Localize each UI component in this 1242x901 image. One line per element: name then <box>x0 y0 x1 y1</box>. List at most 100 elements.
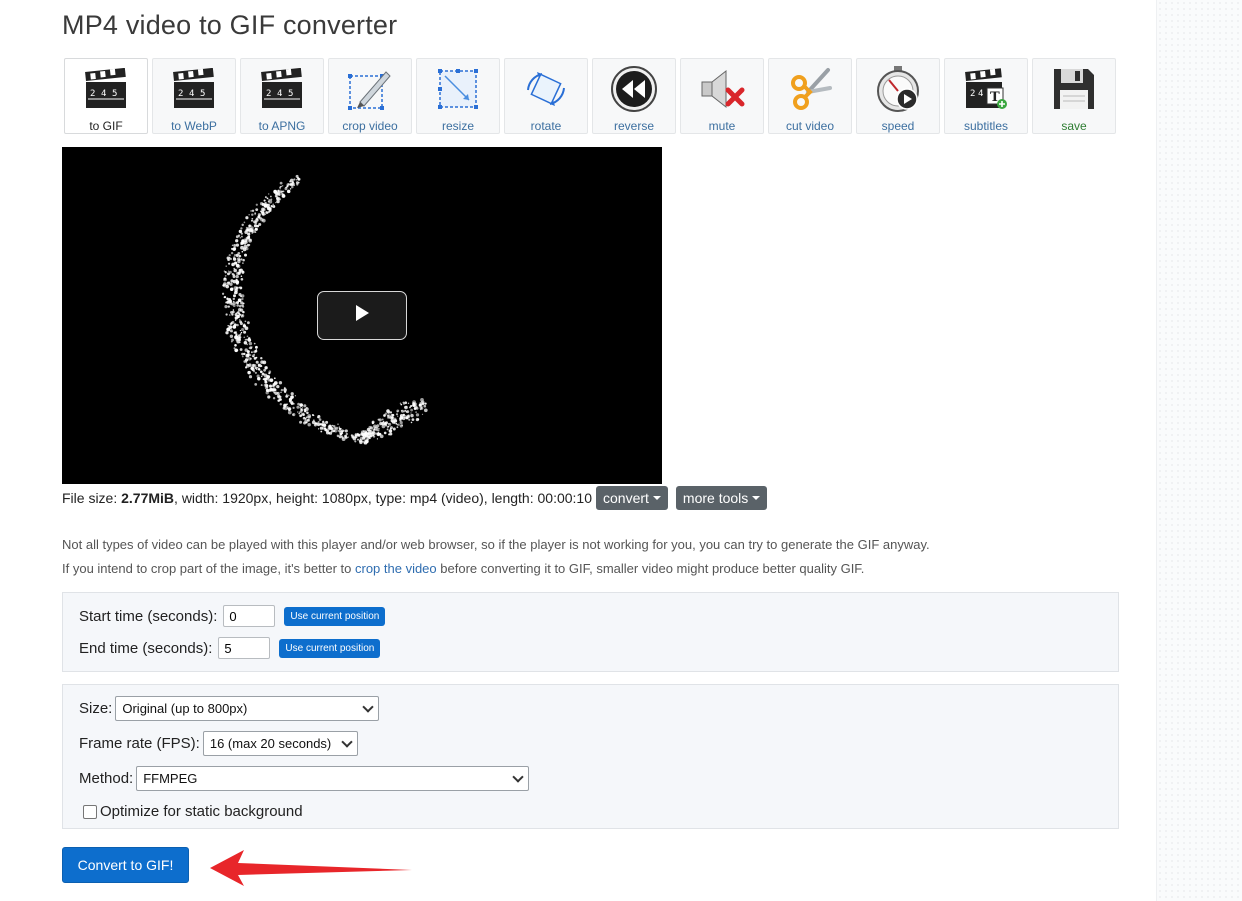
particle-dot <box>247 370 251 375</box>
particle-dot <box>296 405 300 409</box>
particle-dot <box>225 284 230 289</box>
particle-dot <box>354 435 356 438</box>
particle-dot <box>287 183 290 186</box>
particle-dot <box>319 426 323 430</box>
particle-dot <box>273 388 277 392</box>
particle-dot <box>235 271 240 276</box>
particle-dot <box>269 372 271 374</box>
particle-dot <box>322 423 327 427</box>
particle-dot <box>291 185 294 189</box>
method-select[interactable]: FFMPEG <box>136 766 530 791</box>
frame-rate-select[interactable]: 16 (max 20 seconds) <box>202 731 358 756</box>
particle-dot <box>225 313 228 316</box>
video-player[interactable] <box>62 147 662 484</box>
particle-dot <box>406 410 410 414</box>
particle-dot <box>420 408 422 411</box>
particle-dot <box>240 316 243 318</box>
play-button[interactable] <box>317 291 407 340</box>
particle-dot <box>242 258 245 262</box>
optimize-static-background-label[interactable]: Optimize for static background <box>100 803 303 820</box>
right-margin-strip <box>1156 0 1242 901</box>
file-info-details: , width: 1920px, height: 1080px, type: m… <box>174 489 592 506</box>
particle-dot <box>412 402 416 405</box>
start-time-input[interactable] <box>223 605 276 627</box>
particle-dot <box>237 337 241 341</box>
convert-dropdown-button[interactable]: convert <box>596 485 668 510</box>
particle-dot <box>248 224 251 227</box>
particle-dot <box>264 204 267 208</box>
particle-dot <box>246 350 250 354</box>
particle-dot <box>241 314 244 317</box>
particle-dot <box>290 392 294 396</box>
player-compatibility-note: Not all types of video can be played wit… <box>62 537 930 552</box>
particle-dot <box>404 409 407 412</box>
particle-dot <box>424 402 427 405</box>
particle-dot <box>236 314 240 319</box>
particle-dot <box>246 335 249 338</box>
tool-mute[interactable]: mute <box>680 58 764 134</box>
method-row: Method: FFMPEG <box>79 766 530 791</box>
floppy-disk-icon <box>1048 64 1100 114</box>
particle-dot <box>235 243 239 247</box>
particle-dot <box>351 434 355 438</box>
file-info: File size: 2.77MiB, width: 1920px, heigh… <box>62 485 768 510</box>
particle-dot <box>231 264 234 266</box>
size-row: Size: Original (up to 800px) <box>79 696 380 721</box>
particle-dot <box>248 375 253 379</box>
end-time-input[interactable] <box>218 637 271 659</box>
size-select[interactable]: Original (up to 800px) <box>115 696 380 721</box>
tool-to-apng[interactable]: 245 to APNG <box>240 58 324 134</box>
particle-dot <box>399 419 402 422</box>
tool-reverse[interactable]: reverse <box>592 58 676 134</box>
particle-dot <box>232 309 235 311</box>
chevron-down-icon <box>341 735 353 748</box>
tool-save[interactable]: save <box>1032 58 1116 134</box>
crop-advice-text-after: before converting it to GIF, smaller vid… <box>436 561 865 576</box>
particle-dot <box>231 310 235 314</box>
particle-dot <box>242 302 245 305</box>
particle-dot <box>234 331 237 334</box>
crop-the-video-link[interactable]: crop the video <box>355 561 437 576</box>
svg-text:4: 4 <box>101 89 106 99</box>
particle-dot <box>279 398 282 401</box>
chevron-down-icon <box>512 770 524 783</box>
particle-dot <box>263 199 266 202</box>
particle-dot <box>222 284 225 287</box>
tool-crop-video[interactable]: crop video <box>328 58 412 134</box>
more-tools-dropdown-button[interactable]: more tools <box>675 485 768 510</box>
particle-dot <box>252 355 254 358</box>
optimize-static-background-checkbox[interactable] <box>83 804 97 819</box>
particle-dot <box>317 415 321 419</box>
tool-subtitles[interactable]: 24T subtitles <box>944 58 1028 134</box>
tool-speed[interactable]: speed <box>856 58 940 134</box>
tool-rotate[interactable]: rotate <box>504 58 588 134</box>
particle-dot <box>286 393 288 396</box>
particle-dot <box>317 416 319 419</box>
particle-dot <box>337 429 340 432</box>
particle-dot <box>388 422 392 426</box>
particle-dot <box>228 299 233 303</box>
mute-speaker-icon <box>696 64 748 114</box>
particle-dot <box>239 322 243 326</box>
particle-dot <box>235 333 238 336</box>
particle-dot <box>396 409 400 413</box>
particle-dot <box>227 305 230 308</box>
particle-dot <box>251 346 253 348</box>
convert-to-gif-button[interactable]: Convert to GIF! <box>62 847 189 883</box>
particle-dot <box>242 262 244 264</box>
particle-dot <box>289 180 292 183</box>
use-current-position-start-button[interactable]: Use current position <box>284 606 386 626</box>
tool-to-gif[interactable]: 245 to GIF <box>64 58 148 134</box>
particle-dot <box>299 420 303 424</box>
tool-cut-video[interactable]: cut video <box>768 58 852 134</box>
tool-to-webp[interactable]: 245 to WebP <box>152 58 236 134</box>
particle-dot <box>238 286 241 288</box>
particle-dot <box>238 255 242 258</box>
particle-dot <box>396 424 399 426</box>
particle-dot <box>386 409 390 413</box>
tool-resize[interactable]: resize <box>416 58 500 134</box>
use-current-position-end-button[interactable]: Use current position <box>279 638 381 658</box>
particle-dot <box>276 199 280 204</box>
particle-dot <box>414 405 418 409</box>
particle-dot <box>245 353 250 358</box>
